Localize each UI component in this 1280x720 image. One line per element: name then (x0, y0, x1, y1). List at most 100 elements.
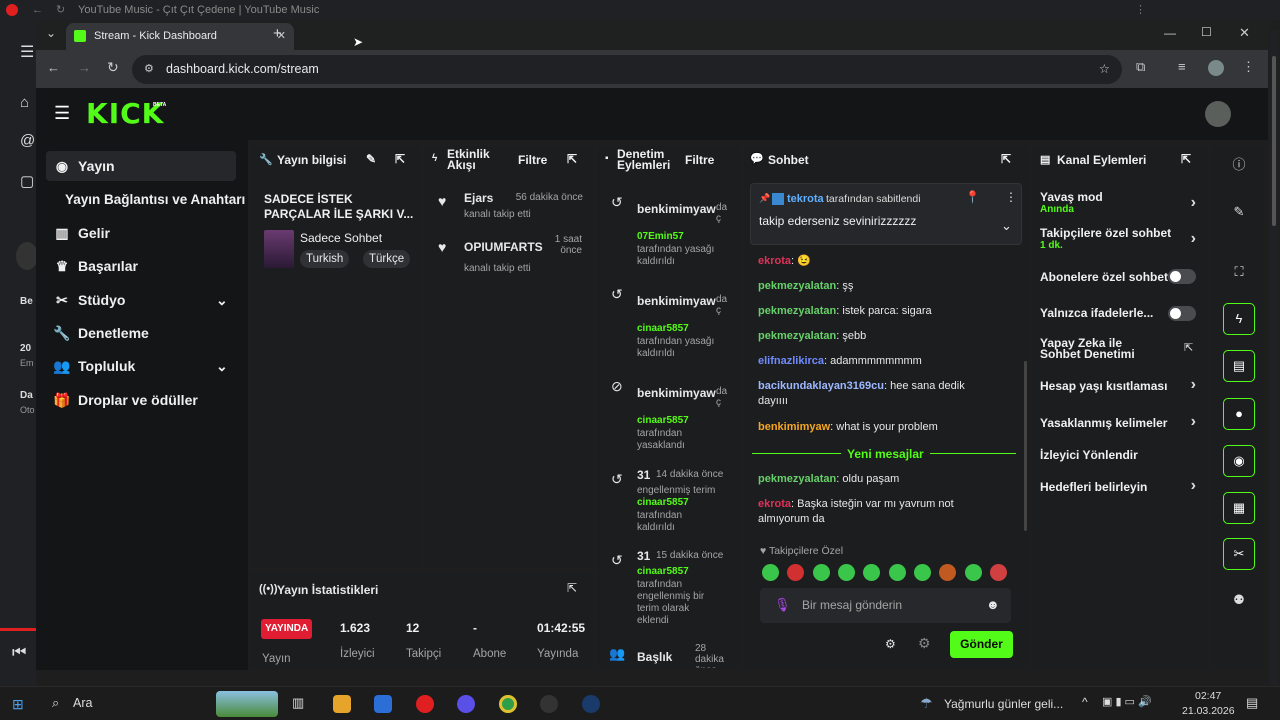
moderator-name[interactable]: 31 (637, 549, 650, 563)
activity-user[interactable]: Ejars (464, 191, 493, 205)
nav-item-revenue[interactable]: ▥ Gelir (46, 218, 236, 248)
nav-item-achievements[interactable]: ♛ Başarılar (46, 251, 236, 281)
chevron-down-icon[interactable]: ⌄ (1001, 218, 1012, 234)
nav-item-stream[interactable]: ◉ Yayın (46, 151, 236, 181)
maximize-icon[interactable]: ☐ (1201, 25, 1212, 39)
popout-icon[interactable]: ⇱ (567, 152, 577, 166)
moderator-name[interactable]: benkimimyaw (637, 386, 716, 400)
emote-icon[interactable] (965, 564, 982, 581)
unpin-icon[interactable]: 📍 (965, 190, 980, 204)
edit-icon[interactable]: ✎ (1223, 196, 1255, 228)
taskbar-search[interactable]: Ara (73, 696, 92, 710)
steam-icon[interactable] (582, 695, 600, 713)
stream-category[interactable]: Sadece Sohbet (300, 231, 382, 245)
action-slow-mode[interactable]: Yavaş mod Anında › (1040, 190, 1196, 220)
nav-item-studio[interactable]: ✂ Stüdyo ⌄ (46, 285, 236, 315)
weather-text[interactable]: Yağmurlu günler geli... (944, 697, 1063, 711)
menu-icon[interactable]: ⋮ (1135, 0, 1146, 20)
new-tab-icon[interactable]: + (273, 25, 282, 42)
moderator-name[interactable]: Başlık (637, 650, 672, 664)
popout-icon[interactable]: ⇱ (567, 581, 577, 595)
task-view-icon[interactable]: ▥ (292, 695, 304, 711)
tag-chip[interactable]: Turkish (300, 250, 350, 268)
more-options-icon[interactable]: ⋮ (1005, 190, 1017, 204)
explore-icon[interactable]: @ (20, 132, 35, 149)
quick-action-bolt-button[interactable]: ϟ (1223, 303, 1255, 335)
back-icon[interactable]: ← (47, 60, 60, 75)
emotes-only-toggle[interactable] (1168, 306, 1196, 321)
send-button[interactable]: Gönder (950, 631, 1013, 658)
tag-chip[interactable]: Türkçe (363, 250, 411, 268)
hamburger-icon[interactable]: ☰ (20, 42, 34, 62)
chat-input[interactable]: 🎙 Bir mesaj gönderin ☻ (760, 588, 1011, 623)
bookmark-star-icon[interactable]: ☆ (1099, 55, 1110, 84)
activity-user[interactable]: OPIUMFARTS (464, 240, 543, 254)
quick-action-chat-button[interactable]: ● (1223, 398, 1255, 430)
filter-button[interactable]: Filtre (685, 153, 714, 167)
profile-avatar[interactable] (1208, 60, 1224, 76)
action-banned-words[interactable]: Yasaklanmış kelimeler › (1040, 413, 1196, 436)
action-raid[interactable]: İzleyici Yönlendir (1040, 448, 1196, 468)
url-field[interactable]: ⚙ dashboard.kick.com/stream ☆ (132, 55, 1122, 84)
back-icon[interactable]: ← (32, 0, 43, 20)
reload-icon[interactable]: ↻ (56, 0, 65, 20)
action-ai-moderation[interactable]: Yapay Zeka ile Sohbet Denetimi (1040, 337, 1160, 364)
emote-icon[interactable] (813, 564, 830, 581)
browser-tab[interactable]: Stream - Kick Dashboard ✕ (66, 23, 294, 50)
site-info-icon[interactable]: ⚙ (144, 55, 154, 84)
search-icon[interactable]: ⌕ (52, 695, 59, 711)
store-icon[interactable] (374, 695, 392, 713)
moderator-name[interactable]: 31 (637, 468, 650, 482)
nav-item-stream-key[interactable]: Yayın Bağlantısı ve Anahtarı (46, 185, 251, 215)
tray-chevron-icon[interactable]: ^ (1082, 695, 1088, 709)
home-icon[interactable]: ⌂ (20, 94, 29, 111)
extensions-icon[interactable]: ⧉ (1136, 59, 1145, 75)
reload-icon[interactable]: ↻ (107, 59, 119, 76)
close-window-icon[interactable]: ✕ (1239, 25, 1250, 41)
emote-icon[interactable] (889, 564, 906, 581)
nav-item-drops[interactable]: 🎁 Droplar ve ödüller (46, 385, 236, 415)
popout-icon[interactable]: ⇱ (395, 152, 405, 166)
emote-icon[interactable] (838, 564, 855, 581)
forward-icon[interactable]: → (78, 60, 91, 75)
nav-item-moderation[interactable]: 🔧 Denetleme (46, 318, 236, 348)
quick-action-notes-button[interactable]: ▤ (1223, 350, 1255, 382)
emoji-icon[interactable]: ☻ (986, 597, 1000, 612)
popout-icon[interactable]: ⇱ (1001, 152, 1011, 166)
clock-time[interactable]: 02:47 (1195, 690, 1221, 702)
target-user[interactable]: 07Emin57 (637, 231, 684, 242)
users-settings-icon[interactable]: ⚉ (1223, 584, 1255, 616)
target-user[interactable]: cinaar5857 (637, 415, 689, 426)
start-icon[interactable]: ⊞ (12, 696, 24, 713)
previous-track-icon[interactable]: ⏮ (12, 644, 26, 662)
emote-icon[interactable] (914, 564, 931, 581)
page-scrollbar[interactable] (1270, 30, 1278, 685)
edit-icon[interactable]: ✎ (366, 152, 376, 166)
moderator-name[interactable]: benkimimyaw (637, 294, 716, 308)
quick-action-tools-button[interactable]: ✂ (1223, 538, 1255, 570)
pinned-by-user[interactable]: tekrota (787, 193, 824, 205)
menu-icon[interactable]: ☰ (54, 103, 70, 124)
emote-icon[interactable] (939, 564, 956, 581)
minimize-icon[interactable]: — (1164, 26, 1176, 40)
search-highlight-image[interactable] (216, 691, 278, 717)
emote-icon[interactable] (762, 564, 779, 581)
crop-icon[interactable]: ⛶ (1223, 256, 1255, 288)
filter-button[interactable]: Filtre (518, 153, 547, 167)
action-goals[interactable]: Hedefleri belirleyin › (1040, 477, 1196, 500)
action-followers-only[interactable]: Takipçilere özel sohbet 1 dk. › (1040, 226, 1196, 256)
browser-menu-icon[interactable]: ⋮ (1242, 59, 1255, 75)
new-playlist-button[interactable] (16, 242, 38, 270)
mic-icon[interactable]: 🎙 (774, 597, 791, 613)
tray-icons[interactable]: ▣ ▮ ▭ 🔊 (1102, 695, 1152, 708)
chat-scrollbar[interactable] (1024, 361, 1027, 531)
notifications-icon[interactable]: ▤ (1246, 695, 1258, 711)
target-user[interactable]: cinaar5857 (637, 566, 689, 577)
settings-icon[interactable]: ⚙ (885, 637, 896, 651)
emote-icon[interactable] (863, 564, 880, 581)
target-user[interactable]: cinaar5857 (637, 323, 689, 334)
chrome-icon[interactable] (499, 695, 517, 713)
info-icon[interactable]: ⓘ (1223, 149, 1255, 181)
nav-item-community[interactable]: 👥 Topluluk ⌄ (46, 351, 236, 381)
obs-icon[interactable] (540, 695, 558, 713)
